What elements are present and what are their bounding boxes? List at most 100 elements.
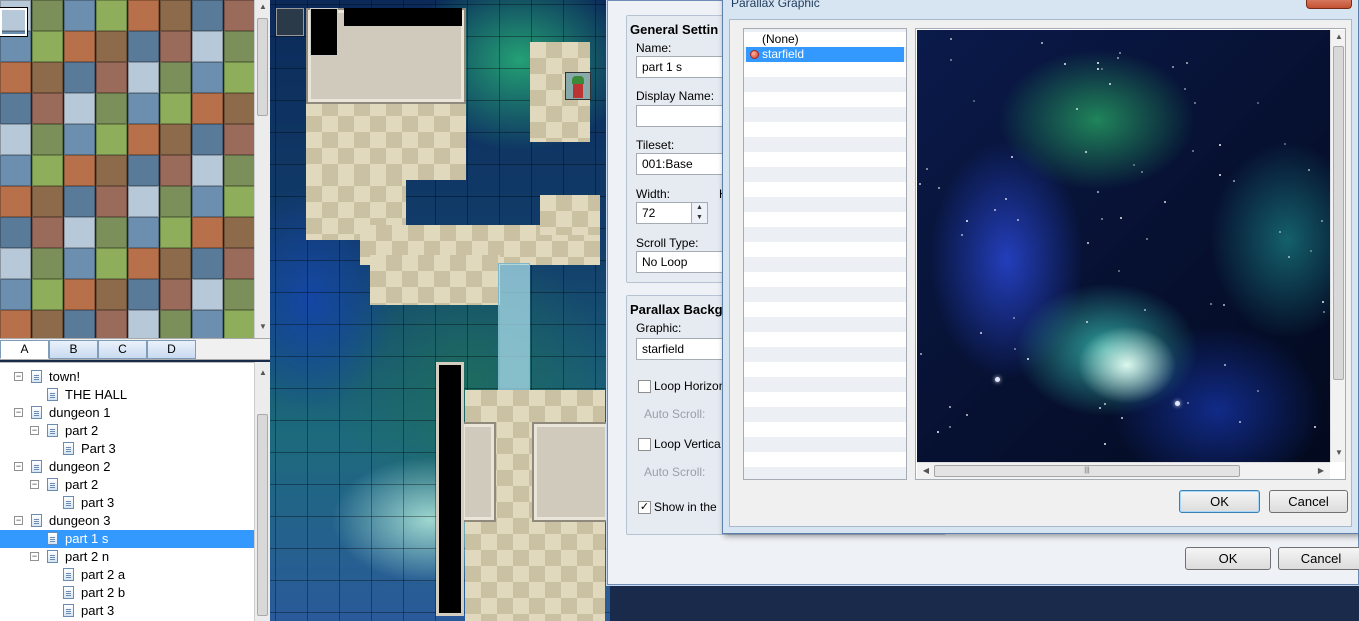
palette-tile[interactable] — [128, 310, 159, 338]
palette-tile[interactable] — [32, 93, 63, 124]
palette-tile[interactable] — [32, 0, 63, 31]
scroll-up-arrow-icon[interactable]: ▲ — [258, 368, 268, 377]
palette-tile[interactable] — [64, 248, 95, 279]
palette-tile[interactable] — [64, 310, 95, 338]
loop-horizontal-checkbox[interactable] — [638, 380, 651, 393]
palette-tile[interactable] — [64, 186, 95, 217]
palette-tile[interactable] — [32, 155, 63, 186]
map-tree-node[interactable]: − part 2 — [0, 476, 254, 494]
palette-tile[interactable] — [224, 62, 254, 93]
palette-tile[interactable] — [160, 124, 191, 155]
preview-h-thumb[interactable]: ||| — [934, 465, 1240, 477]
palette-tile[interactable] — [64, 279, 95, 310]
cancel-button[interactable]: Cancel — [1269, 490, 1348, 513]
scroll-down-arrow-icon[interactable]: ▼ — [258, 322, 268, 331]
map-tree-node[interactable]: Part 3 — [0, 440, 254, 458]
palette-tile[interactable] — [96, 93, 127, 124]
show-in-editor-checkbox[interactable]: ✓ — [638, 501, 651, 514]
collapse-icon[interactable]: − — [14, 408, 23, 417]
tree-scrollbar[interactable]: ▲ — [254, 362, 270, 621]
palette-tile[interactable] — [128, 0, 159, 31]
palette-tile[interactable] — [224, 248, 254, 279]
palette-tile[interactable] — [192, 248, 223, 279]
collapse-icon[interactable]: − — [30, 552, 39, 561]
palette-tile[interactable] — [96, 155, 127, 186]
map-tree-node[interactable]: − town! — [0, 368, 254, 386]
palette-tile[interactable] — [224, 155, 254, 186]
palette-tile[interactable] — [64, 93, 95, 124]
width-stepper[interactable]: 72 ▲ ▼ — [636, 202, 708, 224]
palette-tile[interactable] — [0, 155, 31, 186]
palette-tile[interactable] — [64, 217, 95, 248]
palette-tile[interactable] — [0, 248, 31, 279]
palette-tile[interactable] — [96, 248, 127, 279]
palette-tile[interactable] — [224, 310, 254, 338]
tree-scroll-thumb[interactable] — [257, 414, 268, 616]
map-tree-node[interactable]: − dungeon 2 — [0, 458, 254, 476]
palette-tile[interactable] — [192, 31, 223, 62]
map-tree-node[interactable]: THE HALL — [0, 386, 254, 404]
palette-tile[interactable] — [224, 93, 254, 124]
preview-v-thumb[interactable] — [1333, 46, 1344, 380]
palette-tile[interactable] — [64, 155, 95, 186]
palette-tile[interactable] — [192, 62, 223, 93]
palette-scroll-thumb[interactable] — [257, 18, 268, 116]
palette-tile[interactable] — [128, 93, 159, 124]
palette-tile[interactable] — [128, 279, 159, 310]
palette-tile[interactable] — [0, 217, 31, 248]
palette-tile[interactable] — [224, 124, 254, 155]
tab-c[interactable]: C — [98, 340, 147, 359]
tab-b[interactable]: B — [49, 340, 98, 359]
palette-tile[interactable] — [32, 62, 63, 93]
palette-tile[interactable] — [96, 279, 127, 310]
palette-tile[interactable] — [32, 279, 63, 310]
map-tree-node[interactable]: − dungeon 1 — [0, 404, 254, 422]
scroll-right-arrow-icon[interactable]: ▶ — [1316, 466, 1326, 475]
palette-tile[interactable] — [160, 31, 191, 62]
palette-tile[interactable] — [224, 279, 254, 310]
tileset-palette[interactable] — [0, 0, 254, 338]
palette-tile[interactable] — [224, 217, 254, 248]
palette-tile[interactable] — [192, 217, 223, 248]
palette-tile[interactable] — [96, 62, 127, 93]
collapse-icon[interactable]: − — [30, 480, 39, 489]
palette-tile[interactable] — [0, 93, 31, 124]
scroll-left-arrow-icon[interactable]: ◀ — [921, 466, 931, 475]
scroll-up-arrow-icon[interactable]: ▲ — [1334, 32, 1344, 41]
palette-tile[interactable] — [32, 310, 63, 338]
map-tree-node[interactable]: − part 2 n — [0, 548, 254, 566]
palette-tile[interactable] — [192, 155, 223, 186]
scroll-down-arrow-icon[interactable]: ▼ — [1334, 448, 1344, 457]
palette-tile[interactable] — [192, 124, 223, 155]
collapse-icon[interactable]: − — [30, 426, 39, 435]
palette-tile[interactable] — [0, 186, 31, 217]
collapse-icon[interactable]: − — [14, 462, 23, 471]
palette-tile[interactable] — [160, 217, 191, 248]
graphic-file-item[interactable]: starfield — [746, 47, 904, 62]
palette-tile[interactable] — [32, 186, 63, 217]
palette-tile[interactable] — [128, 62, 159, 93]
map-tree-node[interactable]: part 2 b — [0, 584, 254, 602]
palette-tile[interactable] — [192, 93, 223, 124]
close-button[interactable] — [1306, 0, 1352, 9]
map-tree-node[interactable]: part 3 — [0, 602, 254, 620]
palette-tile[interactable] — [192, 0, 223, 31]
palette-tile[interactable] — [224, 186, 254, 217]
palette-tile[interactable] — [160, 62, 191, 93]
spin-down-icon[interactable]: ▼ — [692, 213, 707, 223]
graphic-file-item[interactable]: (None) — [746, 32, 904, 47]
palette-tile[interactable] — [160, 279, 191, 310]
palette-tile[interactable] — [64, 124, 95, 155]
palette-tile[interactable] — [128, 248, 159, 279]
palette-tile[interactable] — [160, 248, 191, 279]
palette-tile[interactable] — [128, 124, 159, 155]
palette-tile[interactable] — [128, 217, 159, 248]
palette-tile[interactable] — [32, 124, 63, 155]
map-canvas[interactable] — [270, 0, 610, 621]
palette-tile[interactable] — [0, 124, 31, 155]
palette-tile[interactable] — [64, 0, 95, 31]
spin-up-icon[interactable]: ▲ — [692, 203, 707, 213]
palette-tile[interactable] — [96, 186, 127, 217]
palette-tile[interactable] — [160, 0, 191, 31]
palette-tile[interactable] — [64, 31, 95, 62]
